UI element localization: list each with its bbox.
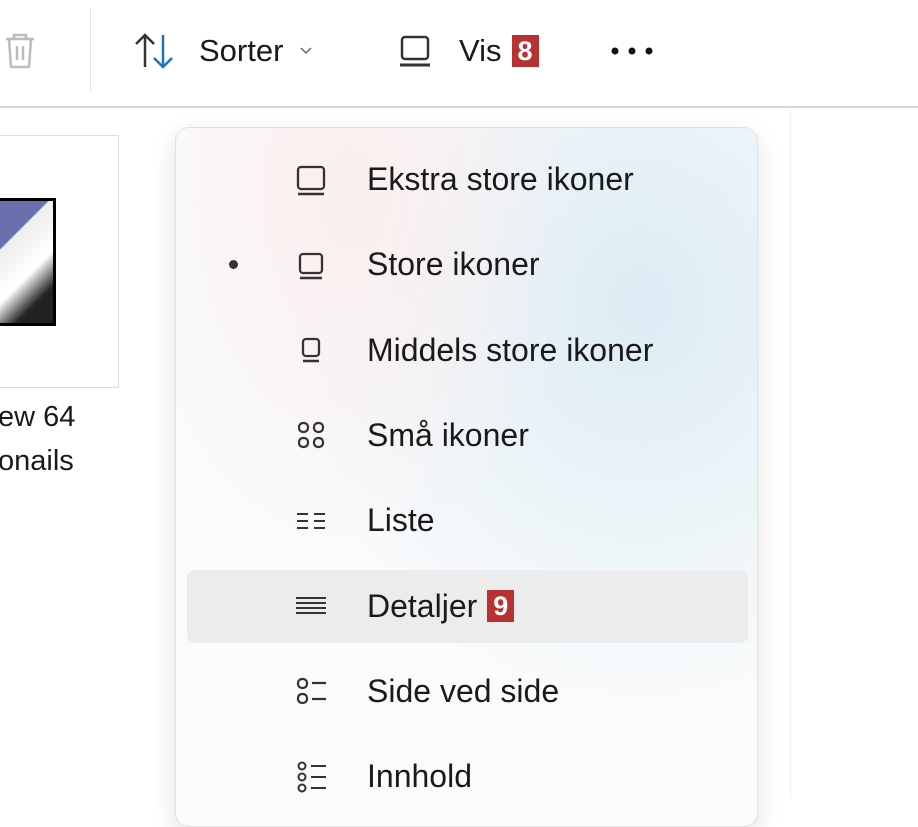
menu-item-list[interactable]: Liste	[187, 484, 748, 557]
step-badge: 8	[511, 35, 539, 67]
menu-item-label: Middels store ikoner	[367, 331, 654, 368]
delete-button[interactable]	[2, 28, 38, 74]
menu-item-monitor[interactable]: Store ikoner	[187, 228, 748, 301]
menu-item-label: Detaljer	[367, 587, 478, 624]
file-name[interactable]: ew 64 onails	[0, 395, 75, 483]
more-icon	[611, 47, 653, 55]
trash-icon	[6, 33, 34, 69]
toolbar: Sorter Vis 8	[0, 0, 918, 108]
view-button[interactable]: Vis 8	[398, 28, 539, 74]
menu-item-monitor-large[interactable]: Ekstra store ikoner	[187, 143, 748, 216]
menu-item-label: Små ikoner	[367, 416, 529, 453]
details-icon	[295, 590, 327, 622]
view-label: Vis	[459, 33, 502, 68]
toolbar-divider	[90, 8, 91, 92]
tiles-icon	[295, 675, 327, 707]
menu-item-label: Store ikoner	[367, 246, 540, 283]
selected-bullet-icon	[229, 260, 238, 270]
file-name-line: onails	[0, 445, 74, 477]
menu-item-tiles[interactable]: Side ved side	[187, 655, 748, 728]
file-name-line: ew 64	[0, 401, 76, 433]
menu-item-grid[interactable]: Små ikoner	[187, 399, 748, 472]
step-badge: 9	[487, 590, 515, 622]
panda-image	[0, 198, 56, 326]
content-icon	[295, 761, 327, 793]
sort-button[interactable]: Sorter	[133, 28, 313, 74]
menu-item-label: Ekstra store ikoner	[367, 161, 634, 197]
view-menu: Ekstra store ikoner Store ikoner Middels s…	[175, 127, 758, 827]
sort-icon	[135, 33, 173, 69]
menu-item-label: Side ved side	[367, 672, 560, 709]
chevron-down-icon	[300, 47, 312, 55]
menu-item-monitor-small[interactable]: Middels store ikoner	[187, 314, 748, 387]
menu-item-label: Liste	[367, 502, 435, 539]
monitor-icon	[295, 249, 327, 281]
sort-label: Sorter	[199, 33, 284, 68]
list-icon	[295, 505, 327, 537]
monitor-icon	[400, 35, 430, 67]
grid-icon	[295, 419, 327, 451]
monitor-large-icon	[295, 164, 327, 196]
pane-divider	[790, 110, 791, 798]
menu-item-details[interactable]: Detaljer 9	[187, 569, 748, 643]
more-options-button[interactable]	[610, 28, 656, 74]
menu-item-content[interactable]: Innhold	[187, 740, 748, 813]
menu-item-label: Innhold	[367, 758, 472, 795]
monitor-small-icon	[295, 334, 327, 366]
